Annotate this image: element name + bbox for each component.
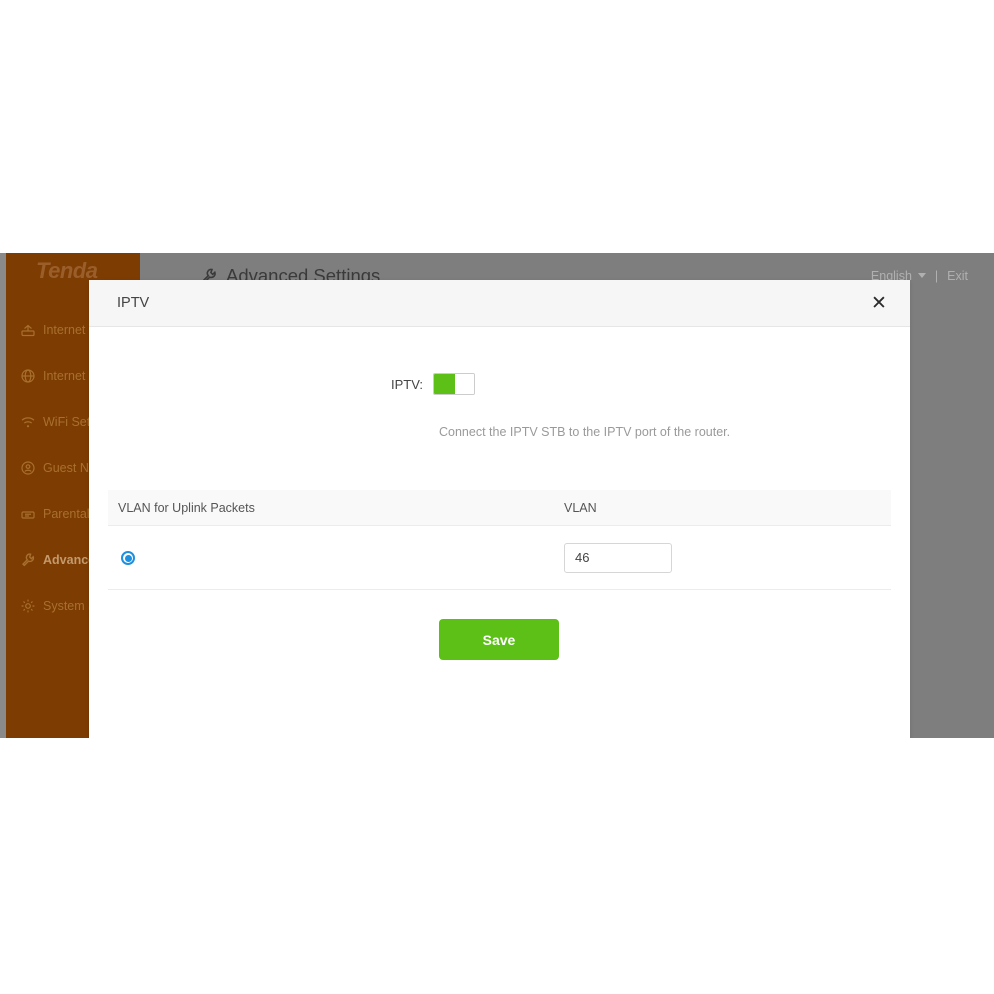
guest-network-icon [20,460,36,476]
iptv-toggle[interactable] [433,373,476,395]
router-icon [20,322,36,338]
table-header-row: VLAN for Uplink Packets VLAN [108,490,891,526]
gear-icon [20,598,36,614]
column-header-vlan: VLAN [564,500,597,515]
vlan-input-cell [560,542,891,573]
close-icon[interactable]: ✕ [867,291,891,315]
toggle-knob [434,374,456,394]
modal-header: IPTV ✕ [89,280,910,327]
chevron-down-icon [917,273,926,278]
toggle-track [455,374,475,394]
iptv-toggle-row: IPTV: [89,373,910,395]
divider: | [934,268,939,283]
wifi-icon [20,414,36,430]
radio-dot [124,554,132,562]
column-header-uplink: VLAN for Uplink Packets [118,500,255,515]
exit-button[interactable]: Exit [947,269,968,283]
vlan-table: VLAN for Uplink Packets VLAN [108,490,891,590]
uplink-radio-button[interactable] [121,551,135,565]
iptv-hint-text: Connect the IPTV STB to the IPTV port of… [439,425,731,439]
iptv-label: IPTV: [391,376,424,392]
router-admin-window: Tenda Internet St Internet Se WiFi Setti… [0,253,994,738]
uplink-radio-cell [108,549,560,567]
parental-control-icon [20,506,36,522]
globe-icon [20,368,36,384]
save-button[interactable]: Save [439,619,559,660]
iptv-modal: IPTV ✕ IPTV: Connect the IPTV STB to the… [89,280,910,738]
table-row [108,526,891,590]
modal-body: IPTV: Connect the IPTV STB to the IPTV p… [89,327,910,737]
wrench-icon [20,552,36,568]
save-button-wrap: Save [89,619,910,660]
vlan-input[interactable] [564,542,672,573]
modal-title: IPTV [117,295,150,311]
